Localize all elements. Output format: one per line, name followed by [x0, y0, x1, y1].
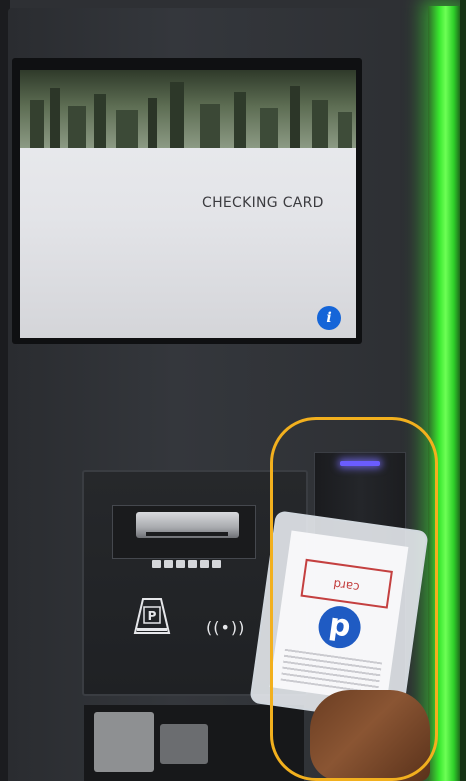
- hardware-module: [94, 712, 154, 772]
- led-indicator: [200, 560, 209, 568]
- parking-kiosk-scene: CHECKING CARD i P ((•)) card p: [0, 0, 466, 781]
- ticket-slot-opening: [146, 532, 228, 536]
- display-screen: CHECKING CARD i: [20, 70, 356, 338]
- led-indicator: [212, 560, 221, 568]
- info-icon[interactable]: i: [317, 306, 341, 330]
- parking-ticket-icon: P: [133, 598, 171, 634]
- led-indicator: [152, 560, 161, 568]
- led-indicator: [176, 560, 185, 568]
- led-indicator-row: [152, 560, 221, 568]
- screen-banner: [20, 70, 356, 148]
- screen-status-message: CHECKING CARD: [202, 195, 324, 211]
- green-strip-edge: [460, 0, 466, 781]
- hardware-module: [160, 724, 208, 764]
- led-indicator: [164, 560, 173, 568]
- contactless-icon: ((•)): [206, 618, 246, 637]
- led-indicator: [188, 560, 197, 568]
- city-skyline-image: [30, 82, 352, 148]
- highlight-annotation: [270, 417, 438, 781]
- svg-text:P: P: [148, 609, 157, 623]
